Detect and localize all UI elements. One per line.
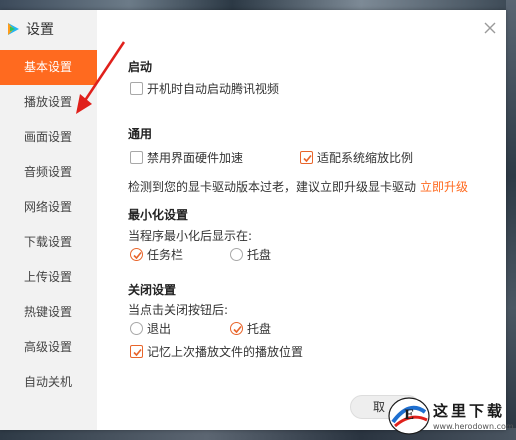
close-tray-option[interactable]: 托盘	[230, 320, 271, 337]
sidebar-item-download[interactable]: 下载设置	[0, 225, 97, 260]
check-icon	[233, 325, 242, 334]
sidebar-item-network[interactable]: 网络设置	[0, 190, 97, 225]
check-icon	[133, 348, 142, 357]
close-tray-radio[interactable]	[230, 322, 243, 335]
watermark-text: 这里下载	[433, 402, 506, 420]
site-watermark: E 这里下载 www.herodown.com	[385, 392, 516, 440]
close-exit-option[interactable]: 退出	[130, 320, 171, 337]
sidebar-item-upload[interactable]: 上传设置	[0, 260, 97, 295]
close-exit-label: 退出	[147, 322, 172, 336]
minimize-tray-label: 托盘	[247, 248, 272, 262]
section-title-general: 通用	[128, 127, 153, 141]
auto-start-label: 开机时自动启动腾讯视频	[147, 82, 280, 96]
sidebar-item-audio[interactable]: 音频设置	[0, 155, 97, 190]
sidebar-item-advanced[interactable]: 高级设置	[0, 330, 97, 365]
watermark-url: www.herodown.com	[433, 422, 514, 431]
close-tray-label: 托盘	[247, 322, 272, 336]
minimize-tray-option[interactable]: 托盘	[230, 246, 271, 263]
minimize-tray-radio[interactable]	[230, 248, 243, 261]
driver-notice: 检测到您的显卡驱动版本过老，建议立即升级显卡驱动 立即升级	[128, 178, 468, 195]
background-video-right	[506, 0, 516, 440]
minimize-taskbar-option[interactable]: 任务栏	[130, 246, 183, 263]
sidebar-item-picture[interactable]: 画面设置	[0, 120, 97, 155]
disable-hw-checkbox[interactable]	[130, 151, 143, 164]
settings-content: 启动 开机时自动启动腾讯视频 通用 禁用界面硬件加速 适配系统缩放比例 检测到您…	[128, 10, 498, 430]
upgrade-driver-link[interactable]: 立即升级	[420, 178, 468, 195]
adapt-scale-label: 适配系统缩放比例	[317, 151, 414, 165]
svg-text:E: E	[404, 408, 414, 423]
watermark-logo-icon: E	[388, 397, 430, 435]
app-header: 设置	[6, 18, 54, 40]
annotation-arrow-icon	[76, 41, 126, 114]
auto-start-option[interactable]: 开机时自动启动腾讯视频	[130, 80, 279, 97]
adapt-scale-option[interactable]: 适配系统缩放比例	[300, 149, 413, 166]
window-title: 设置	[26, 22, 54, 38]
sidebar-item-hotkeys[interactable]: 热键设置	[0, 295, 97, 330]
tencent-video-logo-icon	[6, 22, 20, 36]
auto-start-checkbox[interactable]	[130, 82, 143, 95]
disable-hw-option[interactable]: 禁用界面硬件加速	[130, 149, 243, 166]
settings-dialog: 设置 基本设置 播放设置 画面设置 音频设置 网络设置 下载设置 上传设置 热键…	[0, 10, 506, 430]
check-icon	[303, 154, 312, 163]
section-title-startup: 启动	[128, 60, 153, 74]
close-exit-radio[interactable]	[130, 322, 143, 335]
section-title-minimize: 最小化设置	[128, 208, 189, 222]
minimize-taskbar-radio[interactable]	[130, 248, 143, 261]
minimize-prompt: 当程序最小化后显示在:	[128, 229, 253, 243]
disable-hw-label: 禁用界面硬件加速	[147, 151, 244, 165]
driver-notice-text: 检测到您的显卡驱动版本过老，建议立即升级显卡驱动	[128, 180, 417, 194]
check-icon	[133, 251, 142, 260]
minimize-taskbar-label: 任务栏	[147, 248, 184, 262]
adapt-scale-checkbox[interactable]	[300, 151, 313, 164]
close-prompt: 当点击关闭按钮后:	[128, 303, 229, 317]
remember-position-label: 记忆上次播放文件的播放位置	[147, 345, 304, 359]
section-title-close: 关闭设置	[128, 283, 177, 297]
remember-position-checkbox[interactable]	[130, 345, 143, 358]
sidebar-item-auto-shutdown[interactable]: 自动关机	[0, 365, 97, 400]
remember-position-option[interactable]: 记忆上次播放文件的播放位置	[130, 343, 303, 360]
